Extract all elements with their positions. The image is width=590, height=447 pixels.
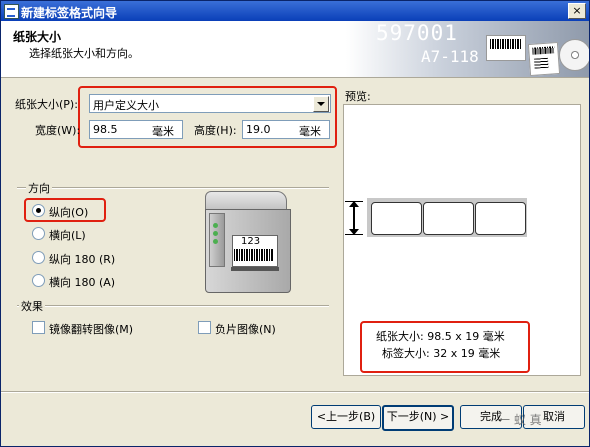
preview-paper-size: 纸张大小: 98.5 x 19 毫米 xyxy=(376,330,505,343)
paper-size-value: 用户定义大小 xyxy=(93,99,159,112)
barcode-label-icon xyxy=(527,41,561,77)
radio-portrait[interactable] xyxy=(32,204,45,217)
wizard-window: 新建标签格式向导 × 纸张大小 选择纸张大小和方向。 597001 A7-118… xyxy=(0,0,590,447)
effects-divider xyxy=(17,305,329,307)
negative-checkbox[interactable] xyxy=(198,321,211,334)
preview-label-1 xyxy=(371,202,422,235)
cd-disc-icon xyxy=(559,39,589,71)
page-title: 纸张大小 xyxy=(13,30,62,44)
page-subtitle: 选择纸张大小和方向。 xyxy=(29,47,139,60)
effects-group-label: 效果 xyxy=(19,298,45,314)
preview-label-size: 标签大小: 32 x 19 毫米 xyxy=(382,347,501,360)
chevron-down-icon[interactable] xyxy=(313,96,329,112)
mirror-checkbox-label[interactable]: 镜像翻转图像(M) xyxy=(49,321,133,337)
orientation-divider xyxy=(17,187,329,189)
footer-divider xyxy=(1,391,589,393)
width-unit: 毫米 xyxy=(152,125,174,138)
negative-checkbox-label[interactable]: 负片图像(N) xyxy=(215,321,276,337)
watermark: 一 蚁 真 xyxy=(498,413,542,427)
wizard-header: 纸张大小 选择纸张大小和方向。 597001 A7-118 xyxy=(1,21,589,78)
height-value: 19.0 xyxy=(246,123,271,136)
banner-number: 597001 xyxy=(376,21,458,45)
window-title: 新建标签格式向导 xyxy=(21,6,118,20)
banner-code: A7-118 xyxy=(421,47,479,66)
width-label: 宽度(W): xyxy=(35,124,81,137)
radio-landscape-180[interactable] xyxy=(32,274,45,287)
radio-landscape[interactable] xyxy=(32,227,45,240)
paper-size-select[interactable]: 用户定义大小 xyxy=(89,94,331,113)
barcode-card-icon xyxy=(486,35,526,61)
preview-label: 预览: xyxy=(345,90,371,103)
preview-label-3 xyxy=(475,202,526,235)
title-bar[interactable]: 新建标签格式向导 × xyxy=(1,1,589,21)
close-button[interactable]: × xyxy=(568,3,586,19)
height-label: 高度(H): xyxy=(194,124,237,137)
radio-landscape-180-label[interactable]: 横向 180 (A) xyxy=(49,274,115,290)
radio-portrait-label[interactable]: 纵向(O) xyxy=(49,204,88,220)
app-icon xyxy=(4,4,19,19)
paper-size-label: 纸张大小(P): xyxy=(15,98,78,111)
printer-screen-number: 123 xyxy=(241,236,261,247)
header-banner-image: 597001 A7-118 xyxy=(346,21,589,77)
back-button[interactable]: <上一步(B) xyxy=(311,405,381,429)
radio-landscape-label[interactable]: 横向(L) xyxy=(49,227,86,243)
radio-portrait-180[interactable] xyxy=(32,251,45,264)
radio-portrait-180-label[interactable]: 纵向 180 (R) xyxy=(49,251,115,267)
mirror-checkbox[interactable] xyxy=(32,321,45,334)
preview-label-2 xyxy=(423,202,474,235)
orientation-group-label: 方向 xyxy=(26,180,52,196)
height-field[interactable]: 19.0 毫米 xyxy=(242,120,330,139)
height-unit: 毫米 xyxy=(299,125,321,138)
width-field[interactable]: 98.5 毫米 xyxy=(89,120,183,139)
next-button[interactable]: 下一步(N) > xyxy=(382,405,454,431)
height-dimension-arrow-icon xyxy=(345,201,363,235)
width-value: 98.5 xyxy=(93,123,118,136)
